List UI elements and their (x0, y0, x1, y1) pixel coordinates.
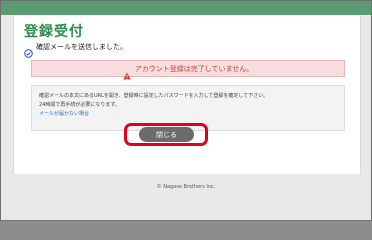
check-circle-icon (24, 43, 33, 58)
mail-not-received-link[interactable]: メールが届かない場合 (39, 110, 337, 119)
instruction-line-1: 確認メールの本文にあるURLを開き、登録時に設定したパスワードを入力して登録を確… (39, 93, 269, 99)
warning-icon (123, 65, 131, 79)
copyright-footer: © Nagase Brothers Inc. (156, 184, 216, 190)
top-bar (1, 1, 371, 15)
incomplete-alert: アカウント登録は完了していません。 (31, 60, 345, 79)
sent-message: 確認メールを送信しました。 (36, 43, 127, 51)
registration-card: 登録受付 確認メールを送信しました。 アカウント登録は完了していません。 確認メ… (13, 15, 361, 174)
sent-status: 確認メールを送信しました。 (24, 41, 127, 58)
close-button[interactable]: 閉じる (139, 127, 194, 142)
page-title: 登録受付 (24, 24, 84, 40)
instruction-line-2: 24時間で再手続が必要になります。 (39, 102, 120, 108)
alert-message: アカウント登録は完了していません。 (134, 64, 254, 73)
